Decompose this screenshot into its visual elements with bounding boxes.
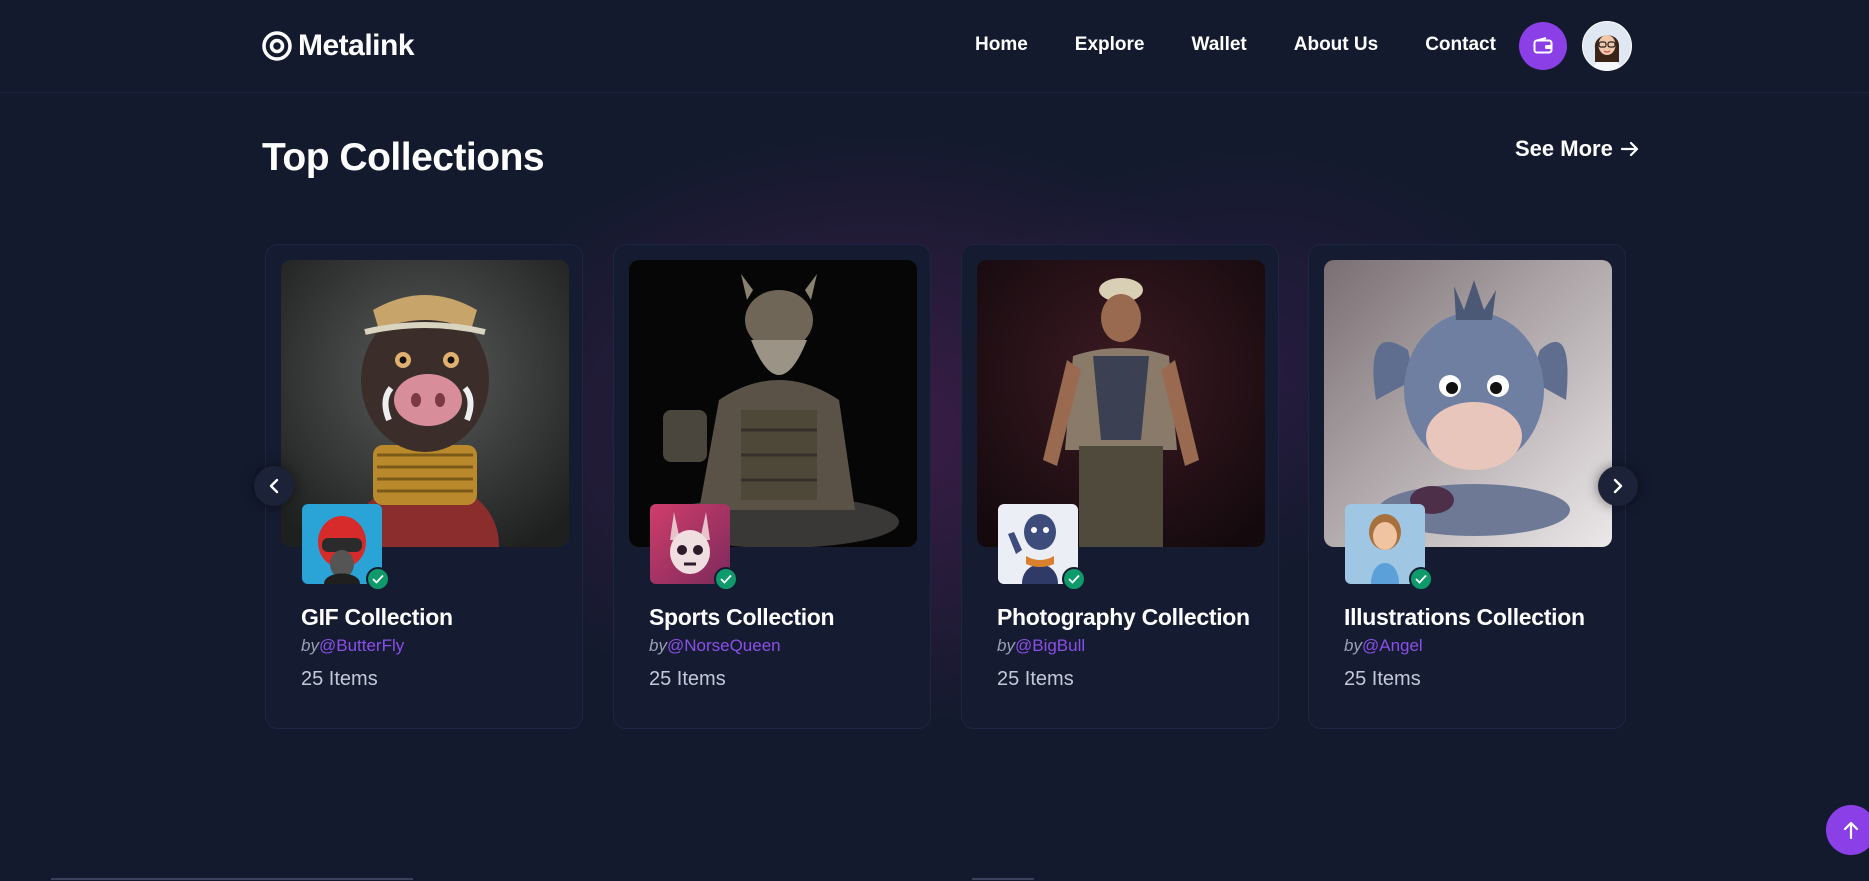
bottom-divider — [51, 878, 413, 880]
check-icon — [372, 574, 384, 584]
collection-item-count: 25 Items — [301, 668, 378, 690]
collection-item-count: 25 Items — [997, 668, 1074, 690]
collection-creator: by@ButterFly — [301, 636, 404, 656]
check-icon — [1068, 574, 1080, 584]
collection-creator: by@BigBull — [997, 636, 1085, 656]
user-avatar[interactable] — [1582, 21, 1632, 71]
by-label: by — [301, 636, 319, 655]
nav-explore[interactable]: Explore — [1075, 34, 1145, 56]
collection-item-count: 25 Items — [649, 668, 726, 690]
check-icon — [720, 574, 732, 584]
creator-handle[interactable]: @Angel — [1362, 636, 1423, 655]
creator-handle[interactable]: @BigBull — [1015, 636, 1085, 655]
collection-card[interactable]: Photography Collection by@BigBull 25 Ite… — [961, 244, 1279, 729]
creator-handle[interactable]: @NorseQueen — [667, 636, 781, 655]
carousel-prev-button[interactable] — [254, 466, 294, 506]
logo-icon — [262, 31, 292, 61]
see-more-link[interactable]: See More — [1515, 136, 1639, 162]
chevron-right-icon — [1613, 478, 1623, 494]
see-more-label: See More — [1515, 136, 1613, 161]
scroll-to-top-button[interactable] — [1826, 805, 1869, 855]
nav-contact[interactable]: Contact — [1425, 34, 1496, 56]
top-navbar: Metalink Home Explore Wallet About Us Co… — [0, 0, 1869, 93]
collection-title: Illustrations Collection — [1344, 604, 1585, 630]
verified-badge — [1409, 567, 1433, 591]
main-nav: Home Explore Wallet About Us Contact — [975, 34, 1543, 56]
chevron-left-icon — [269, 478, 279, 494]
wallet-icon — [1533, 37, 1553, 54]
collection-title: Photography Collection — [997, 604, 1250, 630]
nav-about-us[interactable]: About Us — [1294, 34, 1378, 56]
bottom-divider — [972, 878, 1034, 880]
nav-home[interactable]: Home — [975, 34, 1028, 56]
section-title: Top Collections — [262, 136, 545, 179]
by-label: by — [997, 636, 1015, 655]
verified-badge — [714, 567, 738, 591]
wallet-button[interactable] — [1519, 22, 1567, 70]
collection-item-count: 25 Items — [1344, 668, 1421, 690]
by-label: by — [1344, 636, 1362, 655]
collection-card[interactable]: GIF Collection by@ButterFly 25 Items — [265, 244, 583, 729]
arrow-up-icon — [1843, 821, 1859, 839]
verified-badge — [366, 567, 390, 591]
collection-creator: by@NorseQueen — [649, 636, 781, 656]
creator-handle[interactable]: @ButterFly — [319, 636, 404, 655]
collection-title: Sports Collection — [649, 604, 835, 630]
collection-title: GIF Collection — [301, 604, 453, 630]
brand-name: Metalink — [298, 29, 415, 62]
by-label: by — [649, 636, 667, 655]
nav-wallet[interactable]: Wallet — [1192, 34, 1247, 56]
arrow-right-icon — [1620, 141, 1638, 157]
check-icon — [1415, 574, 1427, 584]
brand-logo[interactable]: Metalink — [262, 29, 415, 63]
collection-creator: by@Angel — [1344, 636, 1423, 656]
collection-card[interactable]: Illustrations Collection by@Angel 25 Ite… — [1308, 244, 1626, 729]
collection-card[interactable]: Sports Collection by@NorseQueen 25 Items — [613, 244, 931, 729]
avatar-portrait — [1583, 22, 1631, 70]
verified-badge — [1062, 567, 1086, 591]
carousel-next-button[interactable] — [1598, 466, 1638, 506]
